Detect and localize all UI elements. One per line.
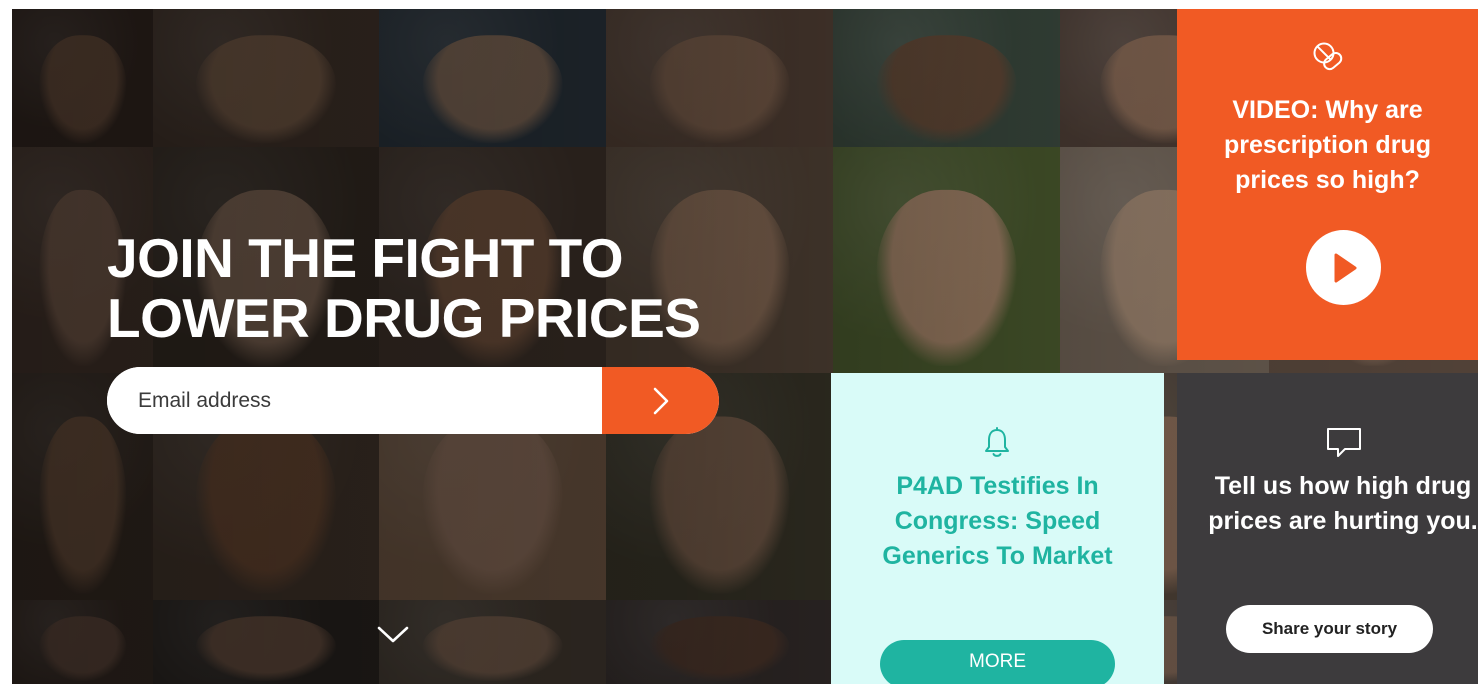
more-button[interactable]: MORE — [880, 640, 1115, 684]
headline-line-1: JOIN THE FIGHT TO — [107, 227, 624, 289]
video-card-title: VIDEO: Why are prescription drug prices … — [1224, 96, 1431, 194]
story-card: Tell us how high drug prices are hurting… — [1177, 373, 1478, 684]
scroll-down-button[interactable] — [374, 620, 412, 650]
email-signup-form — [107, 367, 719, 434]
bell-icon — [985, 427, 1009, 457]
news-card-title: P4AD Testifies In Congress: Speed Generi… — [882, 472, 1113, 570]
chat-bubble-icon — [1327, 428, 1361, 457]
chevron-right-icon — [653, 387, 668, 414]
story-card-title: Tell us how high drug prices are hurting… — [1208, 472, 1478, 535]
page: JOIN THE FIGHT TO LOWER DRUG PRICES VIDE… — [0, 0, 1478, 684]
news-card: P4AD Testifies In Congress: Speed Generi… — [831, 373, 1164, 684]
email-input[interactable] — [107, 367, 602, 434]
video-card[interactable]: VIDEO: Why are prescription drug prices … — [1177, 9, 1478, 360]
play-icon — [1334, 253, 1356, 282]
email-submit-button[interactable] — [602, 367, 719, 434]
share-story-button[interactable]: Share your story — [1226, 605, 1433, 653]
pill-icon — [1313, 42, 1343, 71]
headline-line-2: LOWER DRUG PRICES — [107, 287, 701, 349]
play-button[interactable] — [1306, 230, 1381, 305]
hero-headline: JOIN THE FIGHT TO LOWER DRUG PRICES — [107, 228, 747, 348]
chevron-down-icon — [377, 626, 409, 643]
